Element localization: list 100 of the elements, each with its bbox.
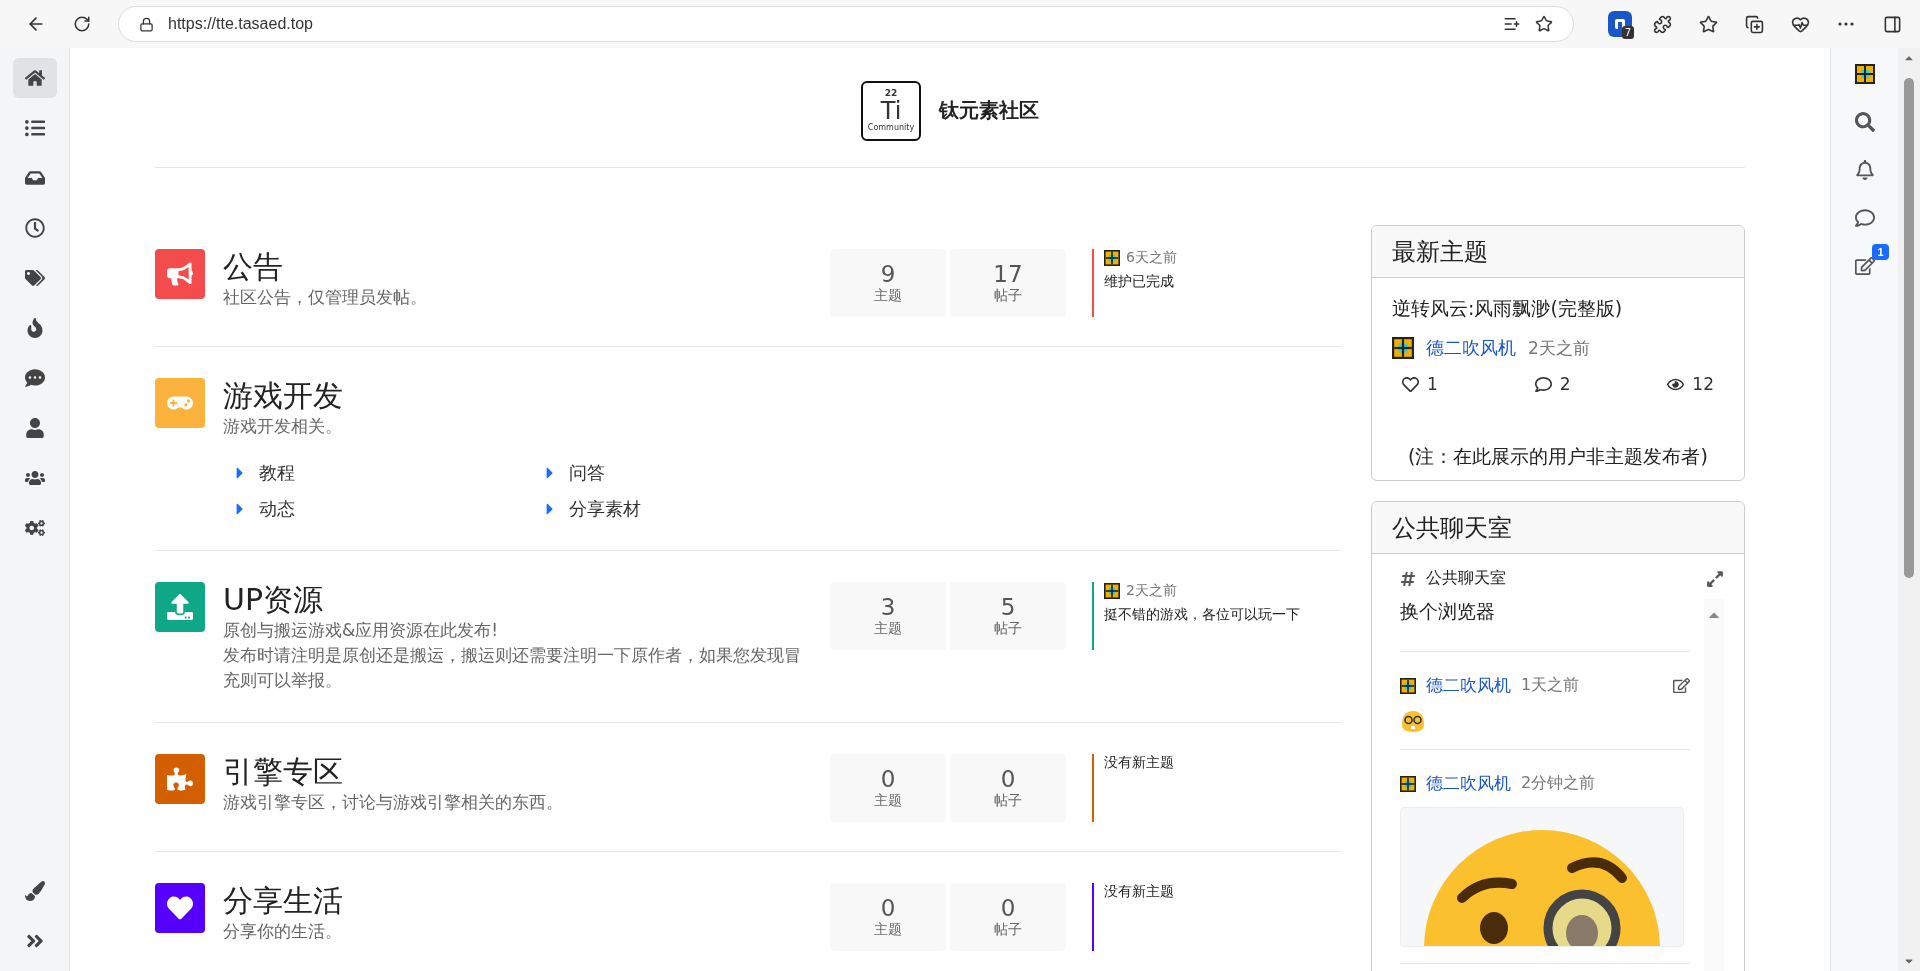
gears-icon bbox=[24, 518, 45, 538]
category-title[interactable]: 公告 bbox=[223, 249, 283, 285]
expand-icon[interactable] bbox=[1706, 569, 1724, 588]
post-time: 6天之前 bbox=[1126, 249, 1177, 267]
subcategory-link[interactable]: 问答 bbox=[541, 461, 851, 485]
address-bar[interactable]: https://tte.tasaed.top bbox=[118, 6, 1574, 42]
subcategory-link[interactable]: 动态 bbox=[231, 497, 541, 521]
category-title[interactable]: UP资源 bbox=[223, 582, 324, 618]
stat-label: 主题 bbox=[874, 620, 902, 638]
bell-icon bbox=[1854, 160, 1875, 180]
stat-label: 主题 bbox=[874, 921, 902, 939]
panel-icon bbox=[1882, 14, 1902, 34]
replies-count: 2 bbox=[1534, 374, 1571, 394]
scrollbar-thumb[interactable] bbox=[1904, 78, 1914, 578]
stat-label: 帖子 bbox=[994, 921, 1022, 939]
stat-value: 3 bbox=[880, 594, 896, 620]
category-title[interactable]: 引擎专区 bbox=[223, 754, 343, 790]
favorite-star-icon[interactable] bbox=[1535, 15, 1553, 33]
stat-value: 5 bbox=[1000, 594, 1016, 620]
stat-value: 0 bbox=[880, 895, 896, 921]
card-title: 公共聊天室 bbox=[1392, 512, 1512, 544]
user-icon bbox=[24, 418, 45, 438]
upload-icon bbox=[167, 594, 193, 620]
stat-label: 主题 bbox=[874, 792, 902, 810]
star-icon bbox=[1698, 14, 1718, 34]
read-aloud-icon[interactable] bbox=[1503, 15, 1521, 33]
category-description: 原创与搬运游戏&应用资源在此发布! bbox=[223, 619, 500, 642]
home-icon bbox=[24, 68, 45, 88]
category-icon-tile[interactable] bbox=[155, 754, 205, 804]
chat-message-text: 换个浏览器 bbox=[1400, 599, 1690, 652]
lock-icon bbox=[139, 16, 154, 32]
note-text: (注：在此展示的用户非主题发布者) bbox=[1407, 444, 1709, 469]
nerd-emoji-icon bbox=[1400, 709, 1426, 733]
likes-count: 1 bbox=[1402, 374, 1438, 394]
compose-icon bbox=[1854, 256, 1875, 276]
subcategory-link[interactable]: 分享素材 bbox=[541, 497, 851, 521]
url-text: https://tte.tasaed.top bbox=[168, 15, 314, 33]
stat-label: 帖子 bbox=[994, 287, 1022, 305]
logo-number: 22 bbox=[884, 89, 898, 98]
stat-value: 0 bbox=[880, 766, 896, 792]
last-post-title[interactable]: 挺不错的游戏，各位可以玩一下 bbox=[1104, 606, 1342, 624]
comment-icon bbox=[1534, 375, 1552, 393]
tags-icon bbox=[24, 268, 45, 288]
avatar-button[interactable] bbox=[1854, 64, 1875, 84]
inbox-icon bbox=[24, 168, 45, 188]
message-time: 1天之前 bbox=[1521, 675, 1581, 696]
avatar-icon bbox=[1400, 677, 1416, 694]
category-description: 分享你的生活。 bbox=[223, 920, 343, 943]
chat-button[interactable] bbox=[1854, 208, 1875, 228]
avatar-icon bbox=[1104, 250, 1120, 266]
username-link[interactable]: 德二吹风机 bbox=[1426, 772, 1511, 795]
stat-label: 帖子 bbox=[994, 792, 1022, 810]
post-time: 2天之前 bbox=[1126, 582, 1177, 600]
clock-icon bbox=[24, 218, 45, 238]
no-topics-text: 没有新主题 bbox=[1104, 883, 1175, 901]
no-topics-text: 没有新主题 bbox=[1104, 754, 1175, 772]
category-icon-tile[interactable] bbox=[155, 378, 205, 428]
hashtag-icon bbox=[1400, 570, 1416, 587]
notification-badge: 1 bbox=[1872, 244, 1889, 260]
bell-button[interactable] bbox=[1854, 160, 1875, 180]
nav-button[interactable] bbox=[12, 58, 57, 98]
stat-label: 主题 bbox=[874, 287, 902, 305]
category-description: 发布时请注明是原创还是搬运，搬运则还需要注明一下原作者，如果您发现冒充则可以举报。 bbox=[223, 644, 802, 692]
message-time: 2分钟之前 bbox=[1521, 773, 1597, 794]
logo-symbol: Ti bbox=[880, 99, 902, 123]
page-scrollbar[interactable] bbox=[1898, 48, 1920, 971]
megaphone-icon bbox=[167, 261, 193, 287]
chat-scrollbar[interactable] bbox=[1704, 599, 1724, 971]
category-icon-tile[interactable] bbox=[155, 249, 205, 299]
username-link[interactable]: 德二吹风机 bbox=[1426, 674, 1511, 697]
category-description: 游戏开发相关。 bbox=[223, 415, 343, 438]
heart-icon bbox=[1402, 375, 1419, 393]
avatar-icon bbox=[1104, 583, 1120, 599]
category-title[interactable]: 游戏开发 bbox=[223, 378, 343, 414]
heart-pulse-icon bbox=[1790, 14, 1810, 34]
chat-icon bbox=[1854, 208, 1875, 228]
avatar-icon bbox=[1392, 337, 1414, 359]
category-title[interactable]: 分享生活 bbox=[223, 883, 343, 919]
topic-title[interactable]: 逆转风云:风雨飘渺(完整版) bbox=[1392, 296, 1724, 322]
puzzle-icon bbox=[1652, 14, 1672, 34]
site-title: 钛元素社区 bbox=[939, 97, 1039, 124]
extension-button[interactable]: 7 bbox=[1608, 11, 1632, 37]
list-icon bbox=[24, 118, 45, 138]
compose-button[interactable]: 1 bbox=[1854, 244, 1889, 276]
username-link[interactable]: 德二吹风机 bbox=[1426, 336, 1516, 360]
subcategory-link[interactable]: 教程 bbox=[231, 461, 541, 485]
card-title: 最新主题 bbox=[1392, 236, 1488, 268]
collections-icon bbox=[1744, 14, 1764, 34]
search-button[interactable] bbox=[1854, 112, 1875, 132]
category-icon-tile[interactable] bbox=[155, 582, 205, 632]
room-name: 公共聊天室 bbox=[1426, 568, 1507, 589]
stat-value: 0 bbox=[1000, 895, 1016, 921]
last-post-title[interactable]: 维护已完成 bbox=[1104, 273, 1342, 291]
more-icon bbox=[1838, 22, 1854, 26]
puzzle-icon bbox=[167, 766, 193, 792]
extension-count: 7 bbox=[1621, 26, 1634, 39]
category-description: 游戏引擎专区，讨论与游戏引擎相关的东西。 bbox=[223, 791, 564, 814]
edit-icon[interactable] bbox=[1673, 677, 1690, 694]
category-icon-tile[interactable] bbox=[155, 883, 205, 933]
site-logo[interactable]: 22 Ti Community bbox=[861, 80, 921, 141]
